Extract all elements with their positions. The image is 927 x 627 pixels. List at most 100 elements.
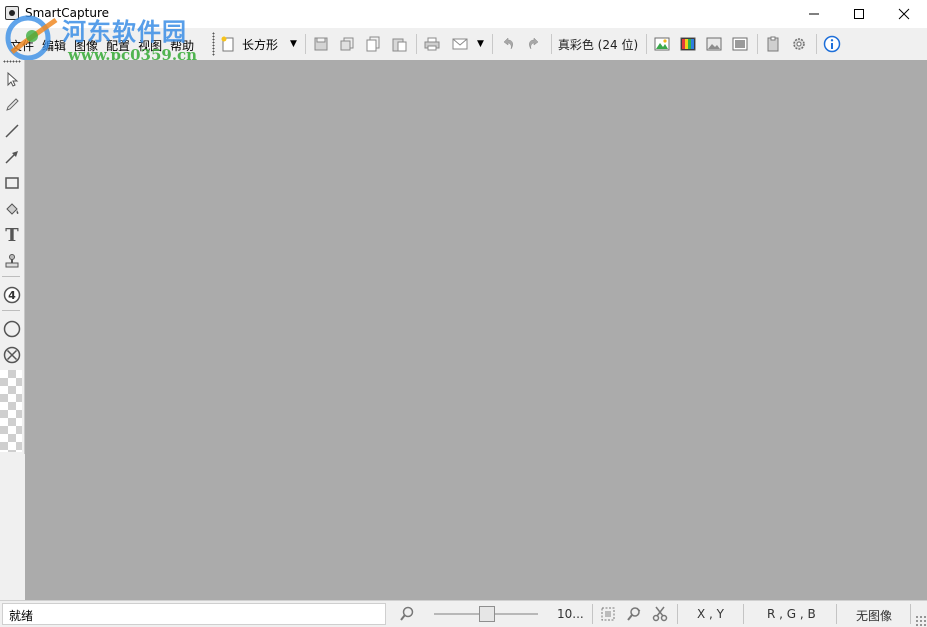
- color-swatch[interactable]: [0, 370, 22, 452]
- minimize-button[interactable]: [791, 0, 837, 28]
- toolbar-separator: [646, 34, 648, 54]
- zoom-icon[interactable]: [399, 606, 415, 622]
- settings-button[interactable]: [788, 33, 810, 55]
- chevron-down-icon: ▼: [290, 39, 297, 49]
- screen-icon: [732, 37, 748, 51]
- tool-arrow[interactable]: [1, 146, 23, 168]
- circle-icon: [3, 320, 21, 338]
- status-separator: [743, 604, 744, 624]
- zoom-slider-thumb[interactable]: [479, 606, 495, 622]
- info-button[interactable]: [821, 33, 843, 55]
- tool-select[interactable]: [1, 68, 23, 90]
- magic-wand-icon[interactable]: [626, 606, 642, 622]
- color-balance-button[interactable]: [677, 33, 699, 55]
- copy-button[interactable]: [362, 33, 384, 55]
- toolbar-separator: [491, 34, 493, 54]
- paste-icon: [392, 38, 407, 52]
- screen-button[interactable]: [729, 33, 751, 55]
- image-icon: [706, 37, 722, 51]
- tool-fill[interactable]: [1, 198, 23, 220]
- toolbar-separator: [304, 34, 306, 54]
- resize-grip[interactable]: [915, 615, 927, 627]
- tool-separator: [2, 310, 20, 311]
- status-separator: [677, 604, 678, 624]
- scissors-icon[interactable]: [652, 606, 668, 622]
- tool-number[interactable]: 4: [1, 284, 23, 306]
- tool-pencil[interactable]: [1, 94, 23, 116]
- tool-circle[interactable]: [1, 318, 23, 340]
- toolbar-separator: [415, 34, 417, 54]
- status-message: 就绪: [2, 603, 386, 625]
- print-button[interactable]: [421, 33, 443, 55]
- clipboard-icon: [767, 36, 779, 52]
- cross-circle-icon: [3, 346, 21, 364]
- line-icon: [5, 124, 19, 138]
- toolbar-separator: [550, 34, 552, 54]
- maximize-button[interactable]: [836, 0, 882, 28]
- toolbar-grip[interactable]: [212, 32, 215, 56]
- tool-separator: [2, 276, 20, 277]
- save-icon: [314, 37, 328, 51]
- maximize-icon: [854, 9, 864, 19]
- tool-text[interactable]: T: [1, 224, 23, 246]
- pixel-rgb: R , G , B: [767, 607, 816, 621]
- image-adjust-icon: [654, 37, 670, 51]
- undo-button[interactable]: [497, 33, 519, 55]
- paste-button[interactable]: [388, 33, 410, 55]
- color-balance-icon: [680, 37, 696, 51]
- text-icon: T: [5, 224, 19, 246]
- fill-bucket-icon: [6, 203, 19, 215]
- cursor-coordinates: X , Y: [697, 607, 724, 621]
- email-button[interactable]: [447, 33, 473, 55]
- watermark-logo: [5, 15, 58, 61]
- stamp-icon: [5, 254, 19, 268]
- watermark-site-name: 河东软件园: [62, 17, 187, 46]
- copy-icon: [366, 36, 380, 52]
- number-icon-label: 4: [8, 289, 16, 302]
- status-bar: 就绪 10... X , Y R , G , B 无图像: [0, 600, 927, 627]
- copy-all-button[interactable]: [336, 33, 358, 55]
- copy-all-icon: [340, 37, 354, 51]
- toolbar-separator: [757, 34, 759, 54]
- clipboard-button[interactable]: [762, 33, 784, 55]
- main-toolbar: 长方形 ▼ ▼ 真彩色 (24 位): [220, 33, 847, 55]
- status-separator: [592, 604, 593, 624]
- close-icon: [898, 8, 910, 20]
- image-button[interactable]: [703, 33, 725, 55]
- fit-selection-icon[interactable]: [600, 606, 616, 622]
- pencil-icon: [6, 98, 19, 111]
- toolbar-separator: [816, 34, 818, 54]
- color-depth-selector[interactable]: 真彩色 (24 位): [558, 36, 638, 53]
- minimize-icon: [809, 13, 819, 15]
- print-icon: [424, 37, 440, 51]
- tool-rectangle[interactable]: [1, 172, 23, 194]
- image-canvas[interactable]: [25, 60, 927, 600]
- tool-palette-grip[interactable]: [3, 60, 21, 63]
- info-icon: [823, 35, 841, 53]
- tool-palette: T 4: [0, 60, 25, 454]
- settings-icon: [793, 38, 805, 50]
- new-document-icon: [221, 36, 234, 52]
- undo-icon: [503, 37, 513, 50]
- tool-line[interactable]: [1, 120, 23, 142]
- status-separator: [836, 604, 837, 624]
- email-dropdown-icon[interactable]: ▼: [477, 39, 484, 49]
- status-separator: [910, 604, 911, 624]
- left-margin: [0, 454, 25, 600]
- select-arrow-icon: [7, 71, 19, 87]
- redo-icon: [528, 37, 539, 50]
- save-button[interactable]: [310, 33, 332, 55]
- image-state: 无图像: [856, 609, 893, 623]
- image-adjust-button[interactable]: [651, 33, 673, 55]
- tool-cross-circle[interactable]: [1, 344, 23, 366]
- rectangle-icon: [5, 177, 19, 189]
- zoom-level: 10...: [557, 607, 584, 621]
- email-icon: [452, 38, 468, 50]
- shape-selector[interactable]: 长方形 ▼: [220, 36, 297, 53]
- arrow-icon: [5, 151, 18, 164]
- close-button[interactable]: [881, 0, 927, 28]
- tool-stamp[interactable]: [1, 250, 23, 272]
- redo-button[interactable]: [523, 33, 545, 55]
- shape-selector-label: 长方形: [242, 37, 279, 52]
- number-icon: 4: [3, 286, 21, 304]
